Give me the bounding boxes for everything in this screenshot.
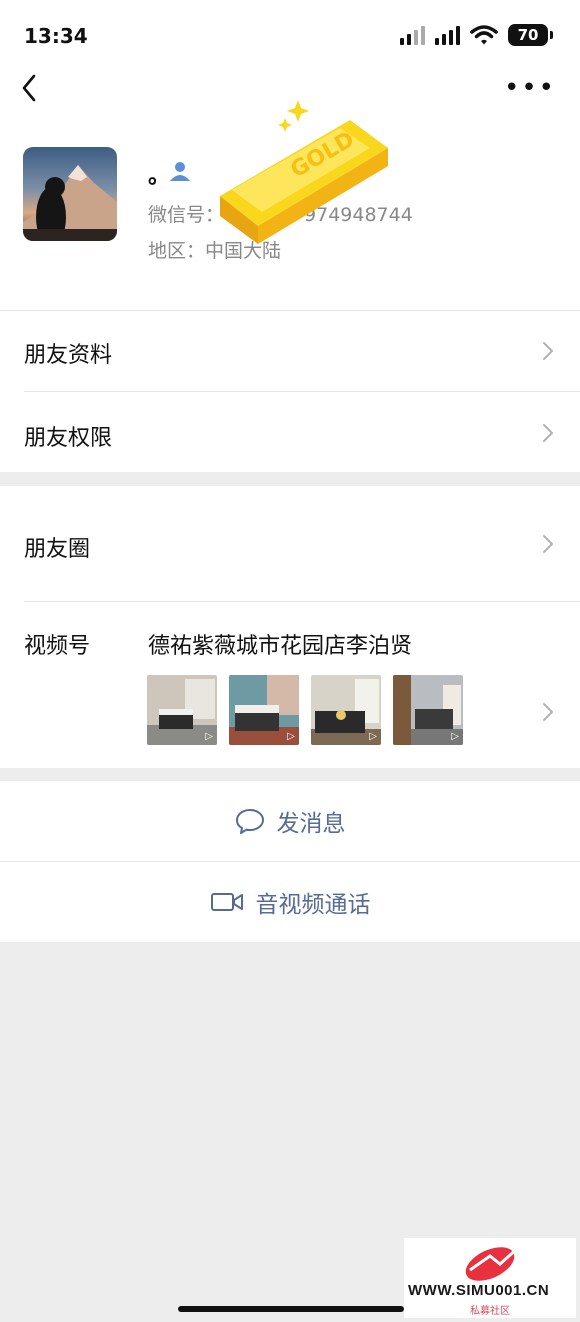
status-icons: 70 <box>400 24 553 46</box>
avatar[interactable] <box>23 147 117 241</box>
channels-label: 视频号 <box>24 634 91 659</box>
friend-info-row[interactable]: 朋友资料 <box>0 311 580 391</box>
gold-bar-sticker: GOLD <box>220 100 388 244</box>
play-icon: ▷ <box>205 731 213 742</box>
video-thumbnail[interactable]: ▷ <box>393 675 463 745</box>
more-button[interactable]: ••• <box>504 74 556 102</box>
status-time: 13:34 <box>24 24 88 48</box>
wifi-icon <box>470 25 498 45</box>
channels-name: 德祐紫薇城市花园店李泊贤 <box>148 634 413 659</box>
video-call-label: 音视频通话 <box>255 892 371 918</box>
watermark-site: WWW.SIMU001.CN <box>408 1282 550 1299</box>
video-camera-icon <box>210 893 243 911</box>
nickname: 。 <box>148 164 171 189</box>
watermark: WWW.SIMU001.CN 私募社区 <box>404 1238 576 1318</box>
send-message-label: 发消息 <box>276 811 346 837</box>
friend-permissions-label: 朋友权限 <box>24 426 113 451</box>
moments-row[interactable]: 朋友圈 <box>0 486 580 601</box>
battery-level: 70 <box>517 26 539 44</box>
play-icon: ▷ <box>287 731 295 742</box>
signal-icon <box>400 25 425 45</box>
avatar-image <box>23 165 117 241</box>
video-thumbnail[interactable]: ▷ <box>147 675 217 745</box>
chevron-right-icon <box>543 342 554 360</box>
video-thumbnail[interactable]: ▷ <box>311 675 381 745</box>
watermark-logo <box>465 1244 522 1281</box>
video-thumbnail[interactable]: ▷ <box>229 675 299 745</box>
play-icon: ▷ <box>451 731 459 742</box>
send-message-button[interactable]: 发消息 <box>0 781 580 861</box>
moments-label: 朋友圈 <box>24 537 91 562</box>
home-indicator[interactable] <box>178 1306 404 1312</box>
chevron-right-icon <box>543 424 554 442</box>
chat-bubble-icon <box>235 809 264 834</box>
chevron-right-icon <box>543 703 554 721</box>
chevron-left-icon[interactable] <box>16 70 46 106</box>
video-call-button[interactable]: 音视频通话 <box>0 862 580 942</box>
battery-icon: 70 <box>508 24 553 46</box>
play-icon: ▷ <box>369 731 377 742</box>
chevron-right-icon <box>543 535 554 553</box>
user-icon <box>170 162 190 181</box>
watermark-sub: 私募社区 <box>470 1306 510 1317</box>
friend-info-label: 朋友资料 <box>24 343 113 368</box>
friend-permissions-row[interactable]: 朋友权限 <box>0 392 580 472</box>
signal-icon <box>435 25 460 45</box>
